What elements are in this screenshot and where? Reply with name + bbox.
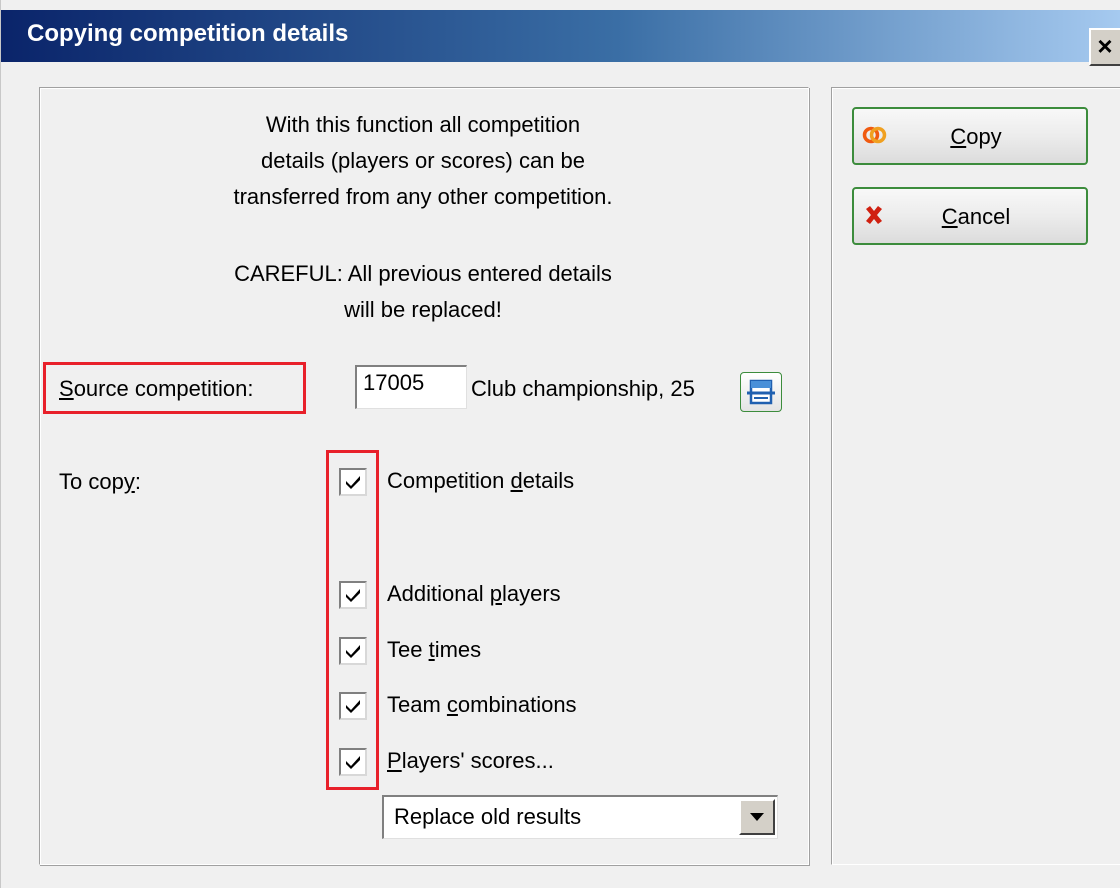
window-title: Copying competition details <box>27 20 349 47</box>
warning-text: CAREFUL: All previous entered details wi… <box>39 256 807 328</box>
additional-players-label[interactable]: Additional players <box>387 581 561 607</box>
lookup-list-icon <box>747 379 775 405</box>
to-copy-label: To copy: <box>59 469 141 495</box>
hotkey-char: p <box>489 581 502 606</box>
dropdown-arrow-button[interactable] <box>739 799 775 835</box>
intro-text: With this function all competition detai… <box>39 107 807 215</box>
close-button[interactable]: × <box>1089 28 1120 66</box>
lookup-competition-button[interactable] <box>740 372 782 412</box>
title-bar: Copying competition details × <box>1 10 1120 66</box>
checkmark-icon <box>346 756 360 769</box>
cancel-button-label: Cancel <box>854 204 1086 230</box>
checkmark-icon <box>346 476 360 489</box>
warning-line: CAREFUL: All previous entered details <box>234 261 612 286</box>
hotkey-char: C <box>941 204 958 229</box>
copy-button[interactable]: Copy <box>852 107 1088 165</box>
tee-times-label[interactable]: Tee times <box>387 637 481 663</box>
players-scores-checkbox[interactable] <box>339 748 367 776</box>
copy-competition-dialog: Copying competition details × With this … <box>0 0 1120 888</box>
hotkey-char: S <box>59 376 74 401</box>
source-competition-name: Club championship, 25 <box>471 376 695 401</box>
team-combinations-checkbox[interactable] <box>339 692 367 720</box>
label-text: ource competition: <box>73 376 254 401</box>
intro-line: With this function all competition <box>265 112 581 137</box>
warning-line: will be replaced! <box>344 297 502 322</box>
tee-times-checkbox[interactable] <box>339 637 367 665</box>
label-text: imes <box>434 637 482 662</box>
players-scores-label[interactable]: Players' scores... <box>387 748 554 774</box>
hotkey-char: d <box>510 468 523 493</box>
hotkey-char: c <box>446 692 458 717</box>
label-text: To cop <box>59 469 124 494</box>
hotkey-char: P <box>387 748 402 773</box>
label-text: Additional <box>387 581 490 606</box>
additional-players-checkbox[interactable] <box>339 581 367 609</box>
checkmark-icon <box>346 700 360 713</box>
label-text: etails <box>522 468 575 493</box>
label-text: ancel <box>957 204 1011 229</box>
label-text: layers <box>502 581 561 606</box>
label-text: : <box>134 469 141 494</box>
intro-line: details (players or scores) can be <box>260 148 586 173</box>
competition-details-checkbox[interactable] <box>339 468 367 496</box>
chevron-down-icon <box>750 813 764 821</box>
label-text: layers' scores... <box>401 748 554 773</box>
source-competition-field[interactable]: 17005 <box>355 365 467 409</box>
close-icon: × <box>1097 31 1113 61</box>
hotkey-char: C <box>950 124 967 149</box>
label-text: Team <box>387 692 447 717</box>
competition-details-label[interactable]: Competition details <box>387 468 574 494</box>
source-competition-number: 17005 <box>363 370 425 395</box>
label-text: Competition <box>387 468 511 493</box>
hotkey-char: y <box>123 469 135 494</box>
label-text: opy <box>966 124 1002 149</box>
checkmark-icon <box>346 645 360 658</box>
copy-button-label: Copy <box>854 124 1086 150</box>
source-competition-label: Source competition: <box>59 376 253 402</box>
checkboxes-highlight <box>326 450 379 790</box>
label-text: Tee <box>387 637 429 662</box>
intro-line: transferred from any other competition. <box>233 184 613 209</box>
checkmark-icon <box>346 589 360 602</box>
cancel-button[interactable]: Cancel <box>852 187 1088 245</box>
results-mode-value: Replace old results <box>394 804 582 829</box>
team-combinations-label[interactable]: Team combinations <box>387 692 577 718</box>
results-mode-select[interactable]: Replace old results <box>382 795 778 839</box>
label-text: ombinations <box>457 692 577 717</box>
